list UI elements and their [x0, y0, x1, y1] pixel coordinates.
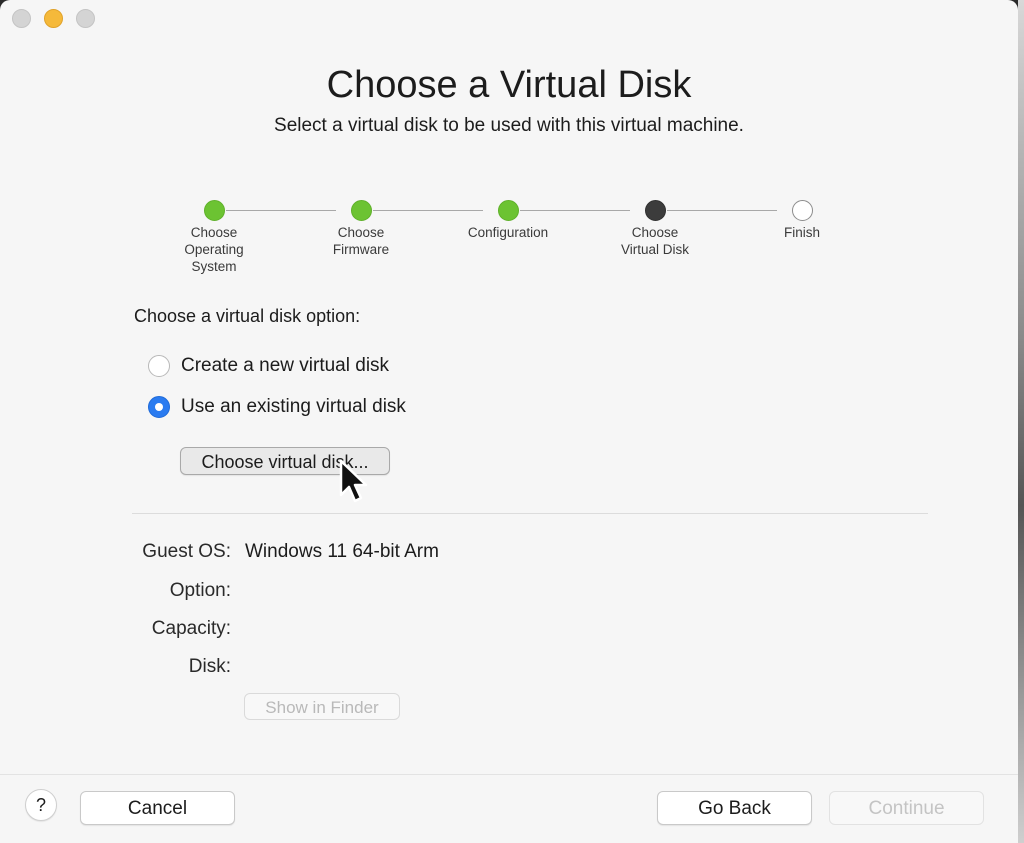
cancel-button[interactable]: Cancel	[80, 791, 235, 825]
section-divider	[132, 513, 928, 514]
capacity-label: Capacity:	[151, 618, 231, 639]
step-complete-dot	[497, 200, 519, 221]
disk-label: Disk:	[188, 656, 231, 677]
disk-option-heading: Choose a virtual disk option:	[134, 306, 361, 326]
step-label: Finish	[747, 224, 857, 241]
step-finish: Finish	[747, 200, 857, 241]
desktop-background-edge	[1018, 0, 1024, 843]
step-complete-dot	[203, 200, 225, 221]
zoom-button[interactable]	[76, 9, 95, 28]
dialog-window: Choose a Virtual Disk Select a virtual d…	[0, 0, 1018, 843]
option-label: Option:	[169, 580, 231, 601]
wizard-stepper: Choose Operating System Choose Firmware Con…	[0, 200, 1018, 290]
step-label: Choose Operating System	[159, 224, 269, 275]
continue-button[interactable]: Continue	[829, 791, 984, 825]
step-label: Choose Virtual Disk	[600, 224, 710, 258]
close-button[interactable]	[12, 9, 31, 28]
minimize-button[interactable]	[44, 9, 63, 28]
mouse-pointer-icon	[339, 459, 368, 503]
radio-button[interactable]	[148, 355, 170, 377]
step-label-line: Choose	[190, 225, 238, 240]
go-back-button[interactable]: Go Back	[657, 791, 812, 825]
step-current-dot	[644, 200, 666, 221]
step-label-line: System	[191, 259, 237, 274]
radio-use-existing-disk[interactable]: Use an existing virtual disk	[148, 396, 406, 418]
radio-button-selected[interactable]	[148, 396, 170, 418]
window-controls	[12, 9, 95, 28]
page-title: Choose a Virtual Disk	[326, 64, 692, 106]
radio-label[interactable]: Create a new virtual disk	[181, 355, 389, 377]
page-subtitle: Select a virtual disk to be used with th…	[274, 115, 744, 136]
radio-create-new-disk[interactable]: Create a new virtual disk	[148, 355, 389, 377]
step-label: Configuration	[453, 224, 563, 241]
step-configuration: Configuration	[453, 200, 563, 241]
step-label: Choose Firmware	[306, 224, 416, 258]
step-choose-firmware: Choose Firmware	[306, 200, 416, 258]
help-button[interactable]: ?	[25, 789, 57, 821]
show-in-finder-button[interactable]: Show in Finder	[244, 693, 400, 720]
step-label-line: Choose	[337, 225, 385, 240]
step-label-line: Operating	[184, 242, 244, 257]
radio-label[interactable]: Use an existing virtual disk	[181, 396, 406, 418]
footer-divider	[0, 774, 1018, 775]
step-label-line: Virtual Disk	[620, 242, 690, 257]
step-label-line: Finish	[783, 225, 820, 240]
step-label-line: Configuration	[467, 225, 549, 240]
guest-os-label: Guest OS:	[142, 541, 231, 562]
step-pending-dot	[791, 200, 813, 221]
step-choose-virtual-disk: Choose Virtual Disk	[600, 200, 710, 258]
step-complete-dot	[350, 200, 372, 221]
guest-os-value: Windows 11 64-bit Arm	[245, 541, 439, 562]
step-choose-os: Choose Operating System	[159, 200, 269, 275]
step-label-line: Choose	[631, 225, 679, 240]
step-label-line: Firmware	[332, 242, 390, 257]
